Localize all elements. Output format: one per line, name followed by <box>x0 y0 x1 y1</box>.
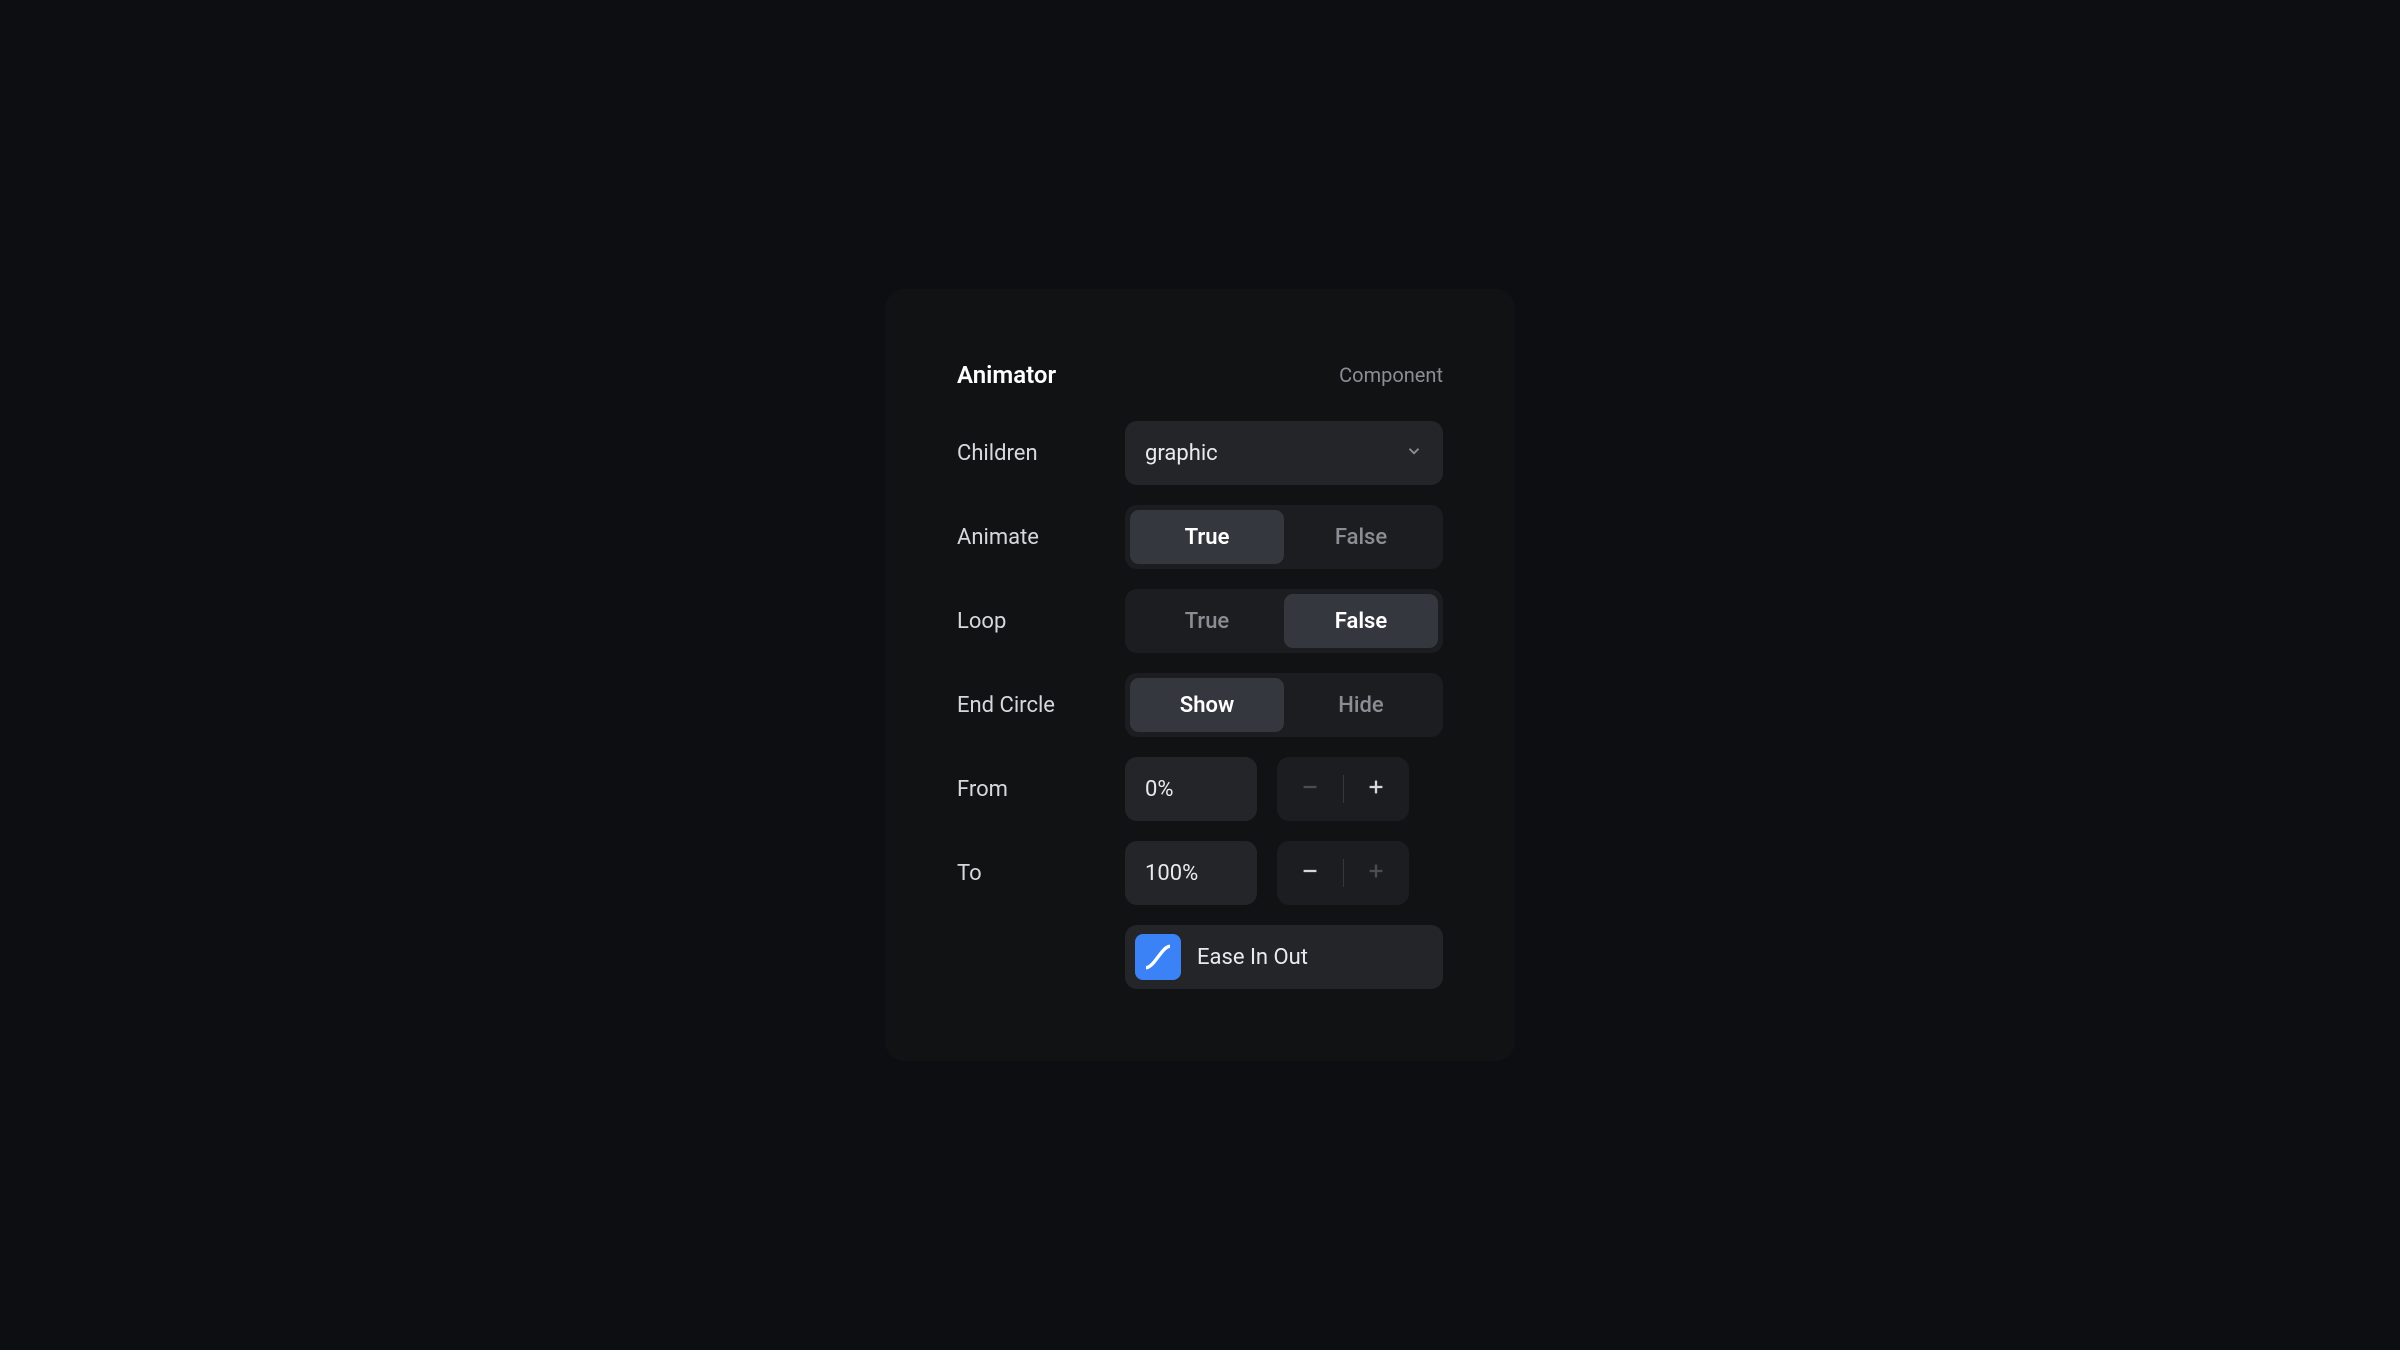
end-circle-hide-button[interactable]: Hide <box>1284 678 1438 732</box>
from-input[interactable]: 0% <box>1125 757 1257 821</box>
to-increment-button[interactable] <box>1344 841 1410 905</box>
animate-row: Animate True False <box>957 505 1443 569</box>
loop-label: Loop <box>957 609 1125 634</box>
end-circle-row: End Circle Show Hide <box>957 673 1443 737</box>
children-label: Children <box>957 441 1125 466</box>
to-row: To 100% <box>957 841 1443 905</box>
chevron-down-icon <box>1405 442 1423 464</box>
animate-false-button[interactable]: False <box>1284 510 1438 564</box>
children-value: graphic <box>1145 441 1218 466</box>
animate-segmented: True False <box>1125 505 1443 569</box>
to-decrement-button[interactable] <box>1277 841 1343 905</box>
from-row: From 0% <box>957 757 1443 821</box>
end-circle-show-button[interactable]: Show <box>1130 678 1284 732</box>
minus-icon <box>1299 776 1321 802</box>
to-label: To <box>957 861 1125 886</box>
from-label: From <box>957 777 1125 802</box>
from-stepper <box>1277 757 1409 821</box>
end-circle-label: End Circle <box>957 693 1125 718</box>
children-select[interactable]: graphic <box>1125 421 1443 485</box>
from-increment-button[interactable] <box>1344 757 1410 821</box>
panel-tag: Component <box>1339 363 1443 387</box>
easing-label: Ease In Out <box>1197 945 1308 970</box>
to-stepper <box>1277 841 1409 905</box>
plus-icon <box>1365 776 1387 802</box>
loop-row: Loop True False <box>957 589 1443 653</box>
end-circle-segmented: Show Hide <box>1125 673 1443 737</box>
minus-icon <box>1299 860 1321 886</box>
easing-row: Ease In Out <box>957 925 1443 989</box>
children-row: Children graphic <box>957 421 1443 485</box>
panel-title: Animator <box>957 361 1056 389</box>
ease-in-out-icon <box>1135 934 1181 980</box>
loop-true-button[interactable]: True <box>1130 594 1284 648</box>
easing-button[interactable]: Ease In Out <box>1125 925 1443 989</box>
to-input[interactable]: 100% <box>1125 841 1257 905</box>
loop-segmented: True False <box>1125 589 1443 653</box>
from-decrement-button[interactable] <box>1277 757 1343 821</box>
animate-true-button[interactable]: True <box>1130 510 1284 564</box>
loop-false-button[interactable]: False <box>1284 594 1438 648</box>
panel-header: Animator Component <box>957 361 1443 389</box>
animator-panel: Animator Component Children graphic Anim… <box>885 289 1515 1061</box>
plus-icon <box>1365 860 1387 886</box>
animate-label: Animate <box>957 525 1125 550</box>
